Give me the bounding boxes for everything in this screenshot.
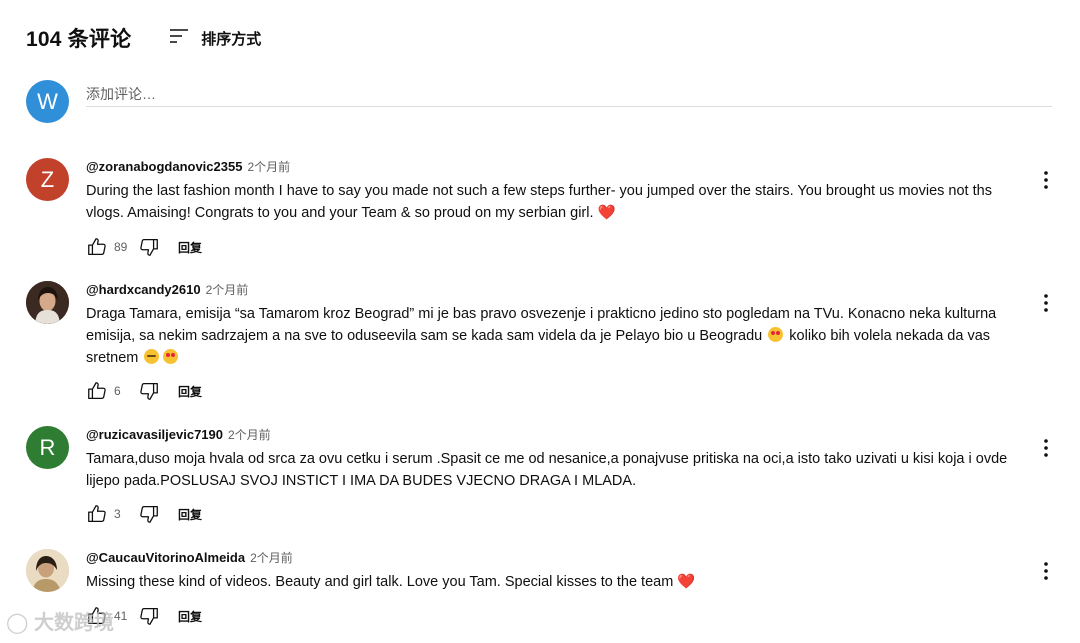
thumbs-down-icon xyxy=(140,506,158,523)
dislike-button[interactable] xyxy=(138,503,160,525)
comments-header: 104 条评论 排序方式 xyxy=(26,22,261,54)
more-vertical-icon xyxy=(1044,562,1048,580)
comment-author[interactable]: @zoranabogdanovic2355 xyxy=(86,159,242,174)
thumbs-up-icon xyxy=(88,382,106,399)
profile-photo xyxy=(26,549,69,592)
comment-text: During the last fashion month I have to … xyxy=(86,183,992,221)
comment-count: 104 条评论 xyxy=(26,28,132,51)
heart-emoji-icon: ❤️ xyxy=(597,205,616,221)
comment-text: Tamara,duso moja hvala od srca za ovu ce… xyxy=(86,451,1008,489)
more-actions-button[interactable] xyxy=(1034,168,1058,192)
thumbs-down-icon xyxy=(140,239,158,256)
comment-time[interactable]: 2个月前 xyxy=(228,426,271,443)
dislike-button[interactable] xyxy=(138,236,160,258)
more-actions-button[interactable] xyxy=(1034,436,1058,460)
thumbs-down-icon xyxy=(140,608,158,625)
like-button[interactable] xyxy=(86,236,108,258)
comment-author[interactable]: @ruzicavasiljevic7190 xyxy=(86,427,223,442)
comment-item: R @ruzicavasiljevic7190 2个月前 Tamara,duso… xyxy=(26,426,1066,526)
add-comment-box: W xyxy=(26,80,1052,124)
heart-emoji-icon: ❤️ xyxy=(677,574,696,590)
avatar[interactable]: Z xyxy=(26,158,69,201)
like-button[interactable] xyxy=(86,380,108,402)
watermark: ◯ 大数跨境 xyxy=(6,612,114,634)
like-count: 3 xyxy=(114,507,121,521)
dislike-button[interactable] xyxy=(138,605,160,627)
sort-label: 排序方式 xyxy=(201,30,262,48)
like-count: 6 xyxy=(114,384,121,398)
comment-item: Z @zoranabogdanovic2355 2个月前 During the … xyxy=(26,158,1066,258)
like-count: 89 xyxy=(114,240,128,254)
comment-item: @CaucauVitorinoAlmeida 2个月前 Missing thes… xyxy=(26,549,1066,639)
more-vertical-icon xyxy=(1044,171,1048,189)
avatar[interactable] xyxy=(26,549,69,592)
current-user-avatar[interactable]: W xyxy=(26,80,69,123)
holding-back-tears-emoji-icon xyxy=(144,349,160,364)
like-button[interactable] xyxy=(86,503,108,525)
heart-eyes-emoji-icon xyxy=(163,349,179,364)
dislike-button[interactable] xyxy=(138,380,160,402)
comment-author[interactable]: @CaucauVitorinoAlmeida xyxy=(86,550,245,565)
reply-button[interactable]: 回复 xyxy=(178,383,202,400)
comment-author[interactable]: @hardxcandy2610 xyxy=(86,282,201,297)
sort-icon xyxy=(169,28,189,49)
more-actions-button[interactable] xyxy=(1034,559,1058,583)
like-count: 41 xyxy=(114,609,128,623)
comment-item: @hardxcandy2610 2个月前 Draga Tamara, emisi… xyxy=(26,281,1066,405)
heart-eyes-emoji-icon xyxy=(768,327,784,342)
add-comment-input[interactable] xyxy=(86,82,1052,107)
watermark-logo-icon: ◯ xyxy=(6,612,29,634)
more-vertical-icon xyxy=(1044,294,1048,312)
thumbs-down-icon xyxy=(140,383,158,400)
profile-photo xyxy=(26,281,69,324)
thumbs-up-icon xyxy=(88,505,106,522)
comment-text: Missing these kind of videos. Beauty and… xyxy=(86,574,696,590)
reply-button[interactable]: 回复 xyxy=(178,239,202,256)
comment-time[interactable]: 2个月前 xyxy=(247,158,290,175)
reply-button[interactable]: 回复 xyxy=(178,506,202,523)
comment-text: Draga Tamara, emisija “sa Tamarom kroz B… xyxy=(86,306,997,366)
comment-time[interactable]: 2个月前 xyxy=(250,549,293,566)
thumbs-up-icon xyxy=(88,238,106,255)
more-vertical-icon xyxy=(1044,439,1048,457)
reply-button[interactable]: 回复 xyxy=(178,608,202,625)
avatar[interactable]: R xyxy=(26,426,69,469)
avatar[interactable] xyxy=(26,281,69,324)
sort-button[interactable]: 排序方式 xyxy=(169,28,261,49)
more-actions-button[interactable] xyxy=(1034,291,1058,315)
comment-time[interactable]: 2个月前 xyxy=(206,281,249,298)
